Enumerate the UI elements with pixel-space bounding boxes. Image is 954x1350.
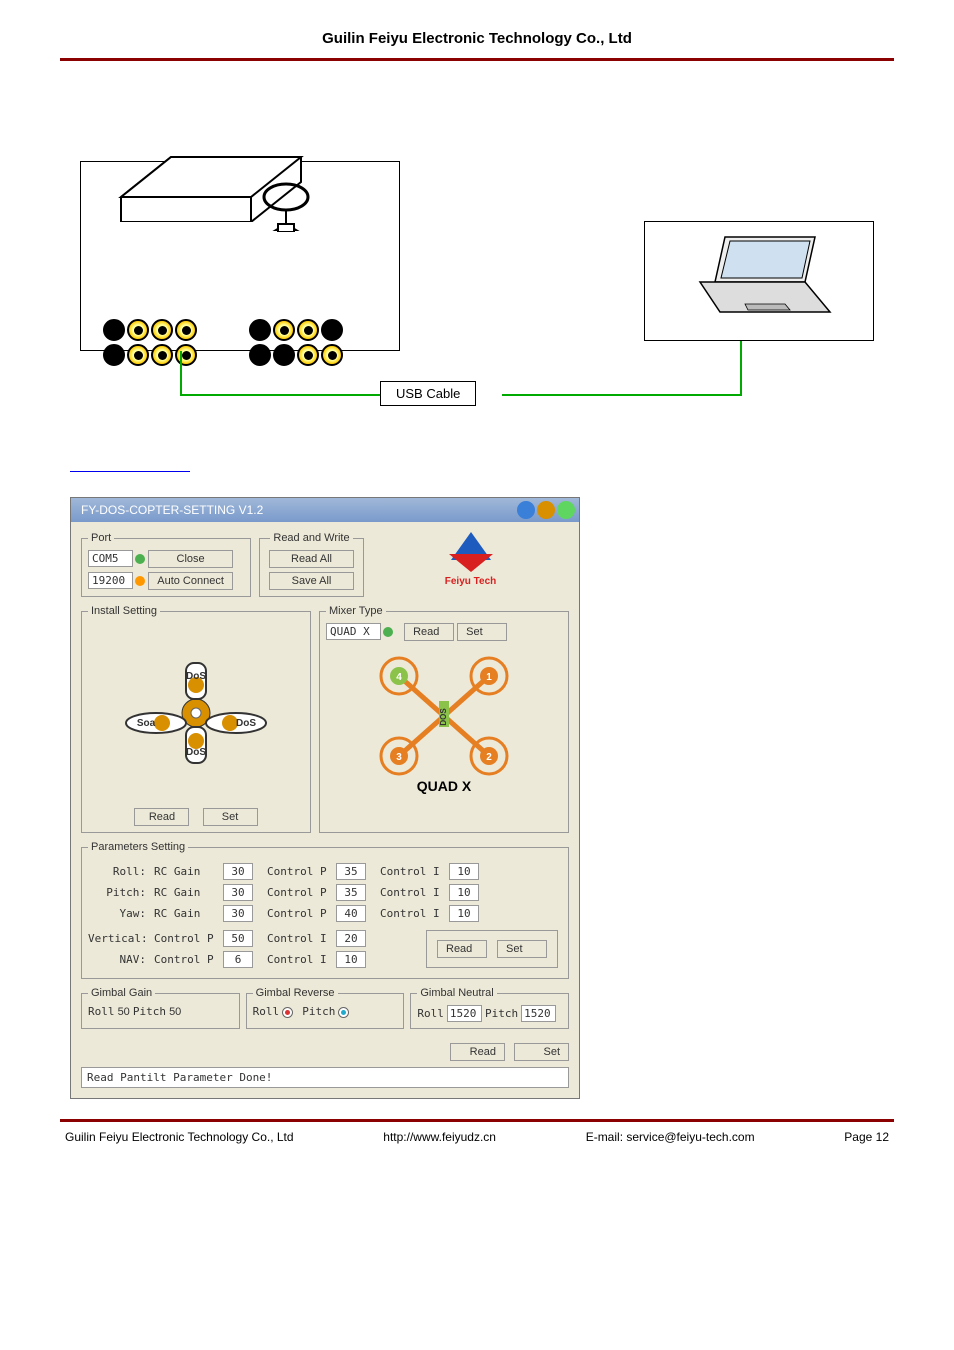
page-title: Guilin Feiyu Electronic Technology Co., …	[322, 30, 632, 47]
svg-text:3: 3	[396, 752, 402, 763]
vertical-controli-input[interactable]: 20	[336, 930, 366, 947]
app-window: FY-DOS-COPTER-SETTING V1.2 Port COM5 Clo…	[70, 497, 580, 1099]
gimbal-reverse-legend: Gimbal Reverse	[253, 987, 338, 999]
svg-text:QUAD X: QUAD X	[417, 778, 472, 794]
footer-url: http://www.feiyudz.cn	[383, 1130, 496, 1144]
laptop-icon	[685, 232, 835, 322]
minimize-icon[interactable]	[517, 501, 535, 519]
logo-area: Feiyu Tech	[372, 532, 569, 605]
roll-controlp-input[interactable]: 35	[336, 863, 366, 880]
param-row-roll: Roll: RC Gain30 Control P35 Control I10	[88, 863, 562, 880]
svg-text:DoS: DoS	[186, 747, 206, 758]
mixer-read-button[interactable]: Read	[404, 623, 454, 641]
device-box	[80, 161, 400, 351]
svg-text:1: 1	[486, 672, 492, 683]
footer-email: E-mail: service@feiyu-tech.com	[586, 1130, 755, 1144]
parameters-fieldset: Parameters Setting Roll: RC Gain30 Contr…	[81, 841, 569, 979]
gimbal-reverse-roll-radio[interactable]	[282, 1007, 293, 1018]
mixer-legend: Mixer Type	[326, 605, 386, 617]
mixer-select[interactable]: QUAD X	[326, 623, 381, 640]
nav-controli-input[interactable]: 10	[336, 951, 366, 968]
svg-text:2: 2	[486, 752, 492, 763]
vertical-controlp-input[interactable]: 50	[223, 930, 253, 947]
svg-text:Soa: Soa	[137, 718, 156, 729]
yaw-rcgain-input[interactable]: 30	[223, 905, 253, 922]
svg-text:4: 4	[396, 672, 402, 683]
pitch-controli-input[interactable]: 10	[449, 884, 479, 901]
usb-plug-icon	[256, 182, 316, 232]
close-icon[interactable]	[557, 501, 575, 519]
pitch-controlp-input[interactable]: 35	[336, 884, 366, 901]
com-select[interactable]: COM5	[88, 550, 133, 567]
footer-page: Page 12	[844, 1130, 889, 1144]
param-row-nav: NAV: Control P6 Control I10	[88, 951, 426, 968]
yaw-controli-input[interactable]: 10	[449, 905, 479, 922]
install-setting-fieldset: Install Setting DoS DoS	[81, 605, 311, 833]
status-bar: Read Pantilt Parameter Done!	[81, 1067, 569, 1088]
read-all-button[interactable]: Read All	[269, 550, 354, 568]
roll-rcgain-input[interactable]: 30	[223, 863, 253, 880]
gimbal-neutral-legend: Gimbal Neutral	[417, 987, 496, 999]
gimbal-neutral-pitch-input[interactable]: 1520	[521, 1005, 556, 1022]
laptop-box	[644, 221, 874, 341]
logo-text: Feiyu Tech	[372, 576, 569, 587]
divider-top	[60, 58, 894, 61]
gimbal-neutral-roll-input[interactable]: 1520	[447, 1005, 482, 1022]
quad-x-icon: 4 1 3 2 DOS QUAD X	[354, 641, 534, 796]
status-dot-icon	[383, 627, 393, 637]
svg-text:DoS: DoS	[186, 671, 206, 682]
divider-bottom	[60, 1119, 894, 1122]
connection-diagram: USB Cable	[60, 121, 894, 421]
install-legend: Install Setting	[88, 605, 160, 617]
gimbal-reverse-fieldset: Gimbal Reverse Roll Pitch	[246, 987, 405, 1029]
baud-select[interactable]: 19200	[88, 572, 133, 589]
install-read-button[interactable]: Read	[134, 808, 189, 826]
yaw-controlp-input[interactable]: 40	[336, 905, 366, 922]
feiyu-logo-icon	[446, 532, 496, 574]
plane-orientation-icon: DoS DoS Soa DoS	[106, 623, 286, 803]
param-row-pitch: Pitch: RC Gain30 Control P35 Control I10	[88, 884, 562, 901]
usb-cable-label: USB Cable	[380, 381, 476, 406]
close-button[interactable]: Close	[148, 550, 233, 568]
status-dot-icon	[135, 554, 145, 564]
gimbal-gain-pitch-input[interactable]: 50	[169, 1006, 181, 1018]
port-fieldset: Port COM5 Close 19200 Auto Connect	[81, 532, 251, 597]
global-read-button[interactable]: Read	[450, 1043, 505, 1061]
svg-text:DOS: DOS	[439, 708, 448, 726]
install-set-button[interactable]: Set	[203, 808, 258, 826]
save-all-button[interactable]: Save All	[269, 572, 354, 590]
mixer-set-button[interactable]: Set	[457, 623, 507, 641]
status-dot-icon	[135, 576, 145, 586]
gimbal-gain-fieldset: Gimbal Gain Roll 50 Pitch 50	[81, 987, 240, 1029]
port-legend: Port	[88, 532, 114, 544]
titlebar: FY-DOS-COPTER-SETTING V1.2	[71, 498, 579, 522]
global-set-button[interactable]: Set	[514, 1043, 569, 1061]
footer: Guilin Feiyu Electronic Technology Co., …	[60, 1130, 894, 1144]
link-placeholder	[70, 471, 190, 472]
read-write-fieldset: Read and Write Read All Save All	[259, 532, 364, 597]
nav-controlp-input[interactable]: 6	[223, 951, 253, 968]
param-row-vertical: Vertical: Control P50 Control I20	[88, 930, 426, 947]
param-row-yaw: Yaw: RC Gain30 Control P40 Control I10	[88, 905, 562, 922]
auto-connect-button[interactable]: Auto Connect	[148, 572, 233, 590]
maximize-icon[interactable]	[537, 501, 555, 519]
window-title: FY-DOS-COPTER-SETTING V1.2	[75, 503, 263, 517]
svg-text:DoS: DoS	[236, 718, 256, 729]
gimbal-gain-roll-input[interactable]: 50	[118, 1006, 130, 1018]
params-set-button[interactable]: Set	[497, 940, 547, 958]
mixer-type-fieldset: Mixer Type QUAD X Read Set 4	[319, 605, 569, 833]
pitch-rcgain-input[interactable]: 30	[223, 884, 253, 901]
rw-legend: Read and Write	[270, 532, 352, 544]
params-legend: Parameters Setting	[88, 841, 188, 853]
gimbal-gain-legend: Gimbal Gain	[88, 987, 155, 999]
footer-company: Guilin Feiyu Electronic Technology Co., …	[65, 1130, 294, 1144]
gimbal-neutral-fieldset: Gimbal Neutral Roll 1520 Pitch 1520	[410, 987, 569, 1029]
params-read-button[interactable]: Read	[437, 940, 487, 958]
roll-controli-input[interactable]: 10	[449, 863, 479, 880]
gimbal-reverse-pitch-radio[interactable]	[338, 1007, 349, 1018]
